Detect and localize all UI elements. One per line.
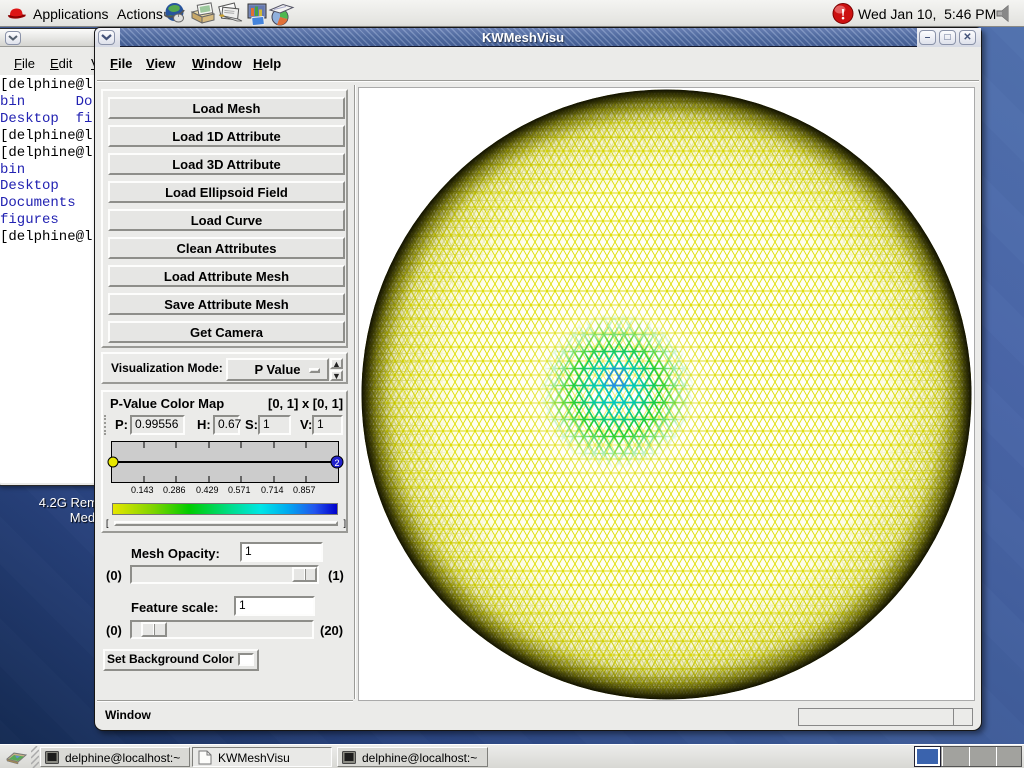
- svg-text:!: !: [840, 7, 845, 24]
- svg-text:2: 2: [334, 458, 339, 468]
